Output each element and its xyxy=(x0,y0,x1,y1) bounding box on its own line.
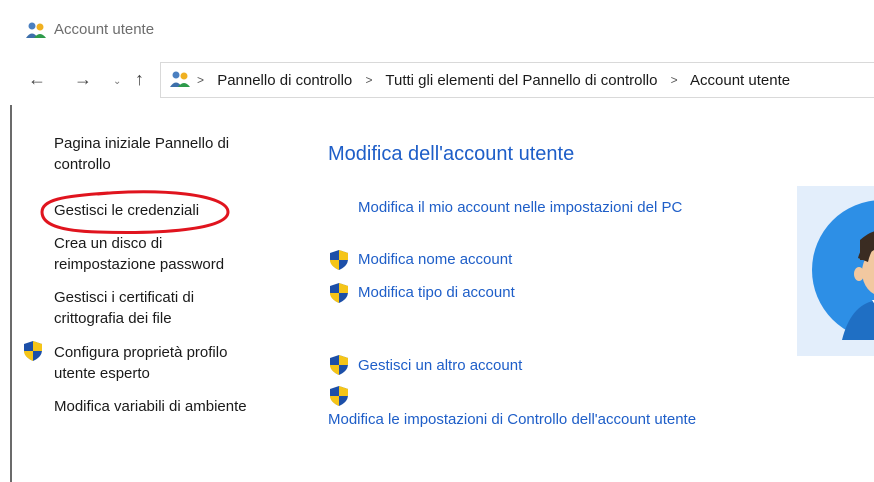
chevron-right-icon[interactable]: > xyxy=(365,73,372,87)
sidebar-item-file-encryption-certificates[interactable]: Gestisci i certificati di crittografia d… xyxy=(54,287,244,329)
avatar-icon[interactable] xyxy=(812,200,874,340)
shield-icon xyxy=(330,386,348,406)
forward-arrow-icon[interactable]: → xyxy=(74,68,92,90)
pane-divider xyxy=(10,105,12,482)
users-icon xyxy=(170,71,190,87)
chevron-right-icon[interactable]: > xyxy=(671,73,678,87)
address-bar[interactable]: > Pannello di controllo > Tutti gli elem… xyxy=(160,62,874,98)
change-account-in-pc-settings-link[interactable]: Modifica il mio account nelle impostazio… xyxy=(358,198,682,218)
shield-icon xyxy=(330,355,348,375)
breadcrumb-item[interactable]: Tutti gli elementi del Pannello di contr… xyxy=(385,72,657,89)
sidebar-item-advanced-user-profile[interactable]: Configura proprietà profilo utente esper… xyxy=(54,342,254,384)
back-arrow-icon[interactable]: ← xyxy=(28,68,46,90)
recent-locations-chevron-icon[interactable]: ⌄ xyxy=(113,71,121,93)
users-icon xyxy=(26,22,46,38)
change-account-name-link[interactable]: Modifica nome account xyxy=(358,250,512,270)
title-bar: Account utente xyxy=(0,0,874,58)
change-account-type-link[interactable]: Modifica tipo di account xyxy=(358,283,515,303)
uac-settings-link[interactable]: Modifica le impostazioni di Controllo de… xyxy=(328,410,696,430)
annotation-circle xyxy=(40,190,230,234)
manage-another-account-link[interactable]: Gestisci un altro account xyxy=(358,356,522,376)
breadcrumb-item[interactable]: Pannello di controllo xyxy=(217,72,352,89)
sidebar-item-password-reset-disk[interactable]: Crea un disco di reimpostazione password xyxy=(54,233,254,275)
sidebar-item-control-panel-home[interactable]: Pagina iniziale Pannello di controllo xyxy=(54,133,264,175)
chevron-right-icon[interactable]: > xyxy=(197,73,204,87)
breadcrumb-item[interactable]: Account utente xyxy=(690,72,790,89)
window-title: Account utente xyxy=(54,21,155,38)
shield-icon xyxy=(24,341,42,361)
page-title: Modifica dell'account utente xyxy=(328,143,575,165)
shield-icon xyxy=(330,283,348,303)
shield-icon xyxy=(330,250,348,270)
breadcrumb: > Pannello di controllo > Tutti gli elem… xyxy=(197,72,790,89)
up-arrow-icon[interactable]: ↑ xyxy=(135,68,144,90)
sidebar-item-environment-variables[interactable]: Modifica variabili di ambiente xyxy=(54,396,284,417)
